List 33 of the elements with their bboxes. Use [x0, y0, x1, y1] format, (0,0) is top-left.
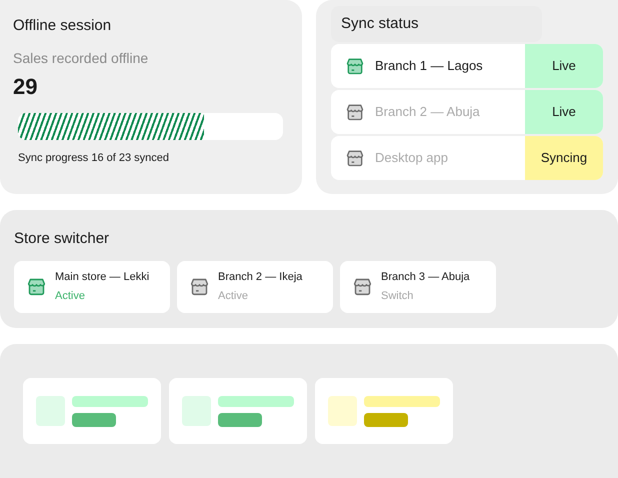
store-name: Branch 2 — Ikeja: [218, 270, 302, 285]
store-action: Active: [55, 288, 86, 304]
card-title: Sync status: [331, 6, 542, 42]
sync-row[interactable]: Desktop app Syncing: [331, 136, 603, 180]
panel-title: Store switcher: [14, 229, 110, 249]
store-card[interactable]: Main store — Lekki Active: [14, 260, 170, 312]
store-card[interactable]: Branch 2 — Ikeja Active: [177, 260, 333, 312]
metric-label: Sales recorded offline: [13, 49, 150, 68]
skeleton-thumbnail: [36, 396, 65, 426]
card-title: Offline session: [13, 16, 112, 36]
metric-value: 29: [13, 73, 38, 101]
store-icon: [189, 276, 210, 297]
store-icon: [345, 148, 365, 168]
status-badge: Live: [525, 90, 603, 134]
store-action: Switch: [381, 288, 414, 304]
store-card[interactable]: Branch 3 — Abuja Switch: [340, 260, 496, 312]
store-icon: [345, 102, 365, 122]
progress-caption: Sync progress 16 of 23 synced: [18, 151, 170, 166]
skeleton-thumbnail: [182, 396, 211, 426]
branch-name: Branch 1 — Lagos: [375, 57, 484, 76]
store-name: Main store — Lekki: [55, 270, 150, 285]
store-action: Active: [218, 288, 249, 304]
skeleton-thumbnail: [328, 396, 357, 426]
store-icon: [26, 276, 47, 297]
store-name: Branch 3 — Abuja: [381, 270, 470, 285]
sync-row[interactable]: Branch 1 — Lagos Live: [331, 44, 603, 88]
branch-name: Desktop app: [375, 149, 449, 168]
store-icon: [352, 276, 373, 297]
status-badge: Live: [525, 44, 603, 88]
status-badge: Syncing: [525, 136, 603, 180]
store-icon: [345, 56, 365, 76]
sync-row[interactable]: Branch 2 — Abuja Live: [331, 90, 603, 134]
branch-name: Branch 2 — Abuja: [375, 103, 481, 122]
